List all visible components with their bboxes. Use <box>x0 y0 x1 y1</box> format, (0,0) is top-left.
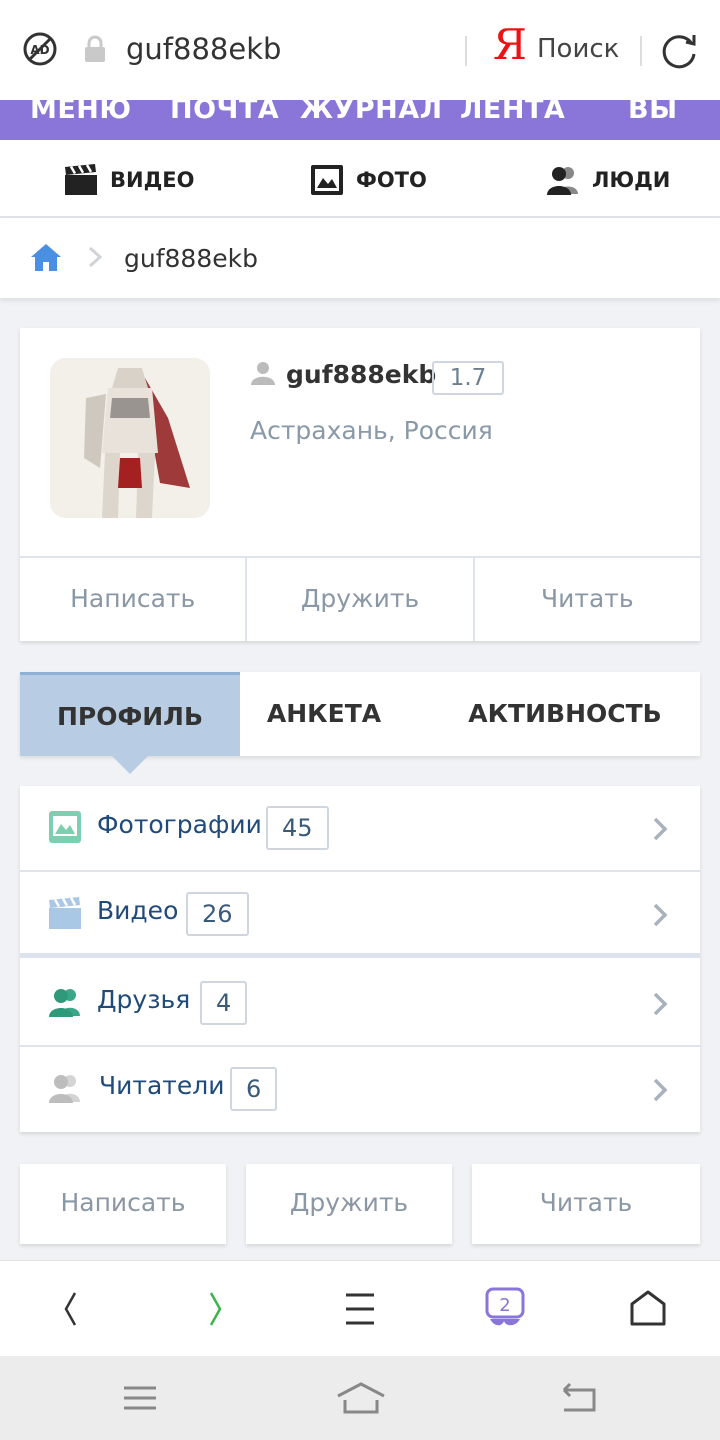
reload-icon[interactable] <box>658 30 700 72</box>
video-nav-label: ВИДЕО <box>110 168 195 192</box>
photo-icon <box>311 165 343 195</box>
url-field[interactable]: guf888ekb <box>126 32 281 66</box>
people-nav-label: ЛЮДИ <box>592 168 671 192</box>
home-icon[interactable] <box>628 1289 668 1329</box>
you-link[interactable]: ВЫ <box>628 100 678 125</box>
back-icon[interactable] <box>50 1289 90 1329</box>
menu-link[interactable]: МЕНЮ <box>30 100 132 125</box>
lock-icon <box>85 35 105 62</box>
adblock-icon[interactable]: AD <box>22 31 58 67</box>
profile-actions: Написать Дружить Читать <box>20 556 700 641</box>
photo-icon <box>49 811 81 843</box>
yandex-logo[interactable]: Я <box>493 24 527 66</box>
divider <box>465 36 467 66</box>
tab-activity[interactable]: АКТИВНОСТЬ <box>440 672 690 756</box>
chevron-right-icon <box>653 992 668 1016</box>
home-icon[interactable] <box>30 242 62 272</box>
people-icon <box>547 167 578 195</box>
tabs-count: 2 <box>499 1295 510 1316</box>
count-badge: 26 <box>186 892 249 936</box>
forward-icon[interactable] <box>196 1289 236 1329</box>
people-nav-link[interactable]: ЛЮДИ <box>546 164 670 196</box>
list-item-label: Читатели <box>99 1071 225 1100</box>
profile-tabs: ПРОФИЛЬ АНКЕТА АКТИВНОСТЬ <box>20 672 700 774</box>
friend-button[interactable]: Дружить <box>246 1164 452 1244</box>
list-item-label: Видео <box>97 896 179 925</box>
home-button-icon[interactable] <box>336 1380 386 1416</box>
photo-nav-label: ФОТО <box>356 168 427 192</box>
avatar-image <box>50 358 210 518</box>
user-icon <box>251 362 275 385</box>
count-badge: 45 <box>266 806 329 850</box>
profile-card: guf888ekb 1.7 Астрахань, Россия Написать… <box>20 328 700 641</box>
top-menu-bar: МЕНЮ ПОЧТА ЖУРНАЛ ЛЕНТА ВЫ <box>0 100 720 140</box>
chevron-right-icon <box>653 903 668 927</box>
divider <box>640 36 642 66</box>
profile-username: guf888ekb <box>286 360 437 389</box>
media-nav: ВИДЕО ФОТО ЛЮДИ <box>0 140 720 218</box>
list-item-label: Фотографии <box>97 810 262 839</box>
read-button[interactable]: Читать <box>475 558 700 641</box>
breadcrumb: guf888ekb <box>0 218 720 298</box>
search-button[interactable]: Поиск <box>537 34 619 64</box>
profile-stats-list: Фотографии 45 Видео 26 Друзья 4 Читатели… <box>20 786 700 1132</box>
active-tab-pointer <box>112 756 148 774</box>
chevron-right-icon <box>88 246 102 268</box>
readers-icon <box>49 1075 80 1103</box>
feed-link[interactable]: ЛЕНТА <box>460 100 565 125</box>
list-item-label: Друзья <box>97 985 191 1014</box>
video-nav-link[interactable]: ВИДЕО <box>64 164 194 196</box>
read-button[interactable]: Читать <box>472 1164 700 1244</box>
write-button[interactable]: Написать <box>20 1164 226 1244</box>
menu-icon[interactable] <box>340 1289 380 1329</box>
list-item-readers[interactable]: Читатели 6 <box>20 1047 700 1133</box>
list-item-photos[interactable]: Фотографии 45 <box>20 786 700 872</box>
write-button[interactable]: Написать <box>20 558 248 641</box>
count-badge: 6 <box>230 1067 278 1111</box>
list-item-videos[interactable]: Видео 26 <box>20 872 700 958</box>
clapperboard-icon <box>49 897 81 929</box>
chevron-right-icon <box>653 817 668 841</box>
journal-link[interactable]: ЖУРНАЛ <box>300 100 443 125</box>
list-item-friends[interactable]: Друзья 4 <box>20 961 700 1047</box>
breadcrumb-current: guf888ekb <box>124 244 258 273</box>
browser-toolbar: 2 <box>0 1260 720 1356</box>
friends-icon <box>49 989 80 1017</box>
avatar[interactable] <box>50 358 210 518</box>
chevron-right-icon <box>653 1078 668 1102</box>
tabs-icon[interactable]: 2 <box>484 1287 526 1329</box>
recent-apps-icon[interactable] <box>120 1380 160 1416</box>
tab-profile[interactable]: ПРОФИЛЬ <box>20 672 240 756</box>
mail-link[interactable]: ПОЧТА <box>170 100 279 125</box>
browser-address-bar: AD guf888ekb Я Поиск <box>0 0 720 100</box>
system-nav-bar <box>0 1356 720 1440</box>
photo-nav-link[interactable]: ФОТО <box>310 164 427 196</box>
tab-questionnaire[interactable]: АНКЕТА <box>244 672 404 756</box>
back-button-icon[interactable] <box>558 1380 598 1416</box>
clapperboard-icon <box>65 164 97 195</box>
count-badge: 4 <box>200 981 248 1025</box>
profile-location: Астрахань, Россия <box>250 416 493 445</box>
friend-button[interactable]: Дружить <box>247 558 475 641</box>
rating-badge: 1.7 <box>432 361 504 395</box>
